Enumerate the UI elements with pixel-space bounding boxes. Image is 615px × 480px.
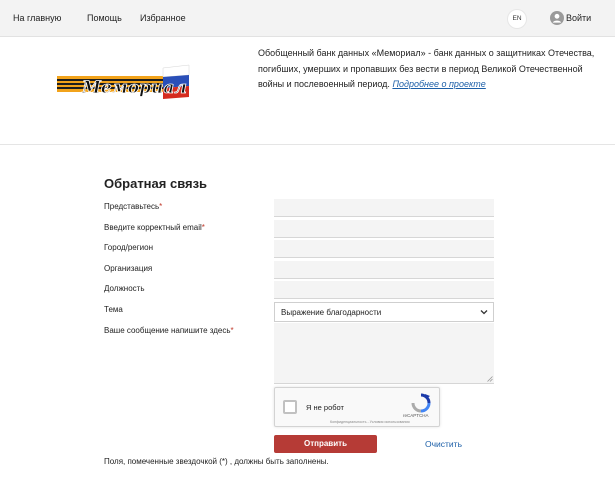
required-mark: * bbox=[230, 326, 234, 335]
position-field-label: Должность bbox=[104, 284, 145, 293]
organization-field-label: Организация bbox=[104, 264, 153, 273]
email-label-text: Введите корректный email bbox=[104, 223, 202, 232]
captcha-label: Я не робот bbox=[306, 403, 344, 412]
required-mark: * bbox=[159, 202, 163, 211]
memorial-logo[interactable]: Мемориал bbox=[57, 62, 191, 106]
recaptcha-widget: Я не робот reCAPTCHA Конфиденциальность … bbox=[274, 387, 440, 427]
memorial-logo-image: Мемориал bbox=[57, 64, 190, 99]
resize-grip-icon[interactable] bbox=[487, 376, 493, 382]
recaptcha-brand: reCAPTCHA bbox=[403, 413, 429, 418]
required-fields-note: Поля, помеченные звездочкой (*) , должны… bbox=[104, 457, 329, 466]
language-switch-button[interactable]: EN bbox=[508, 10, 526, 28]
recaptcha-terms[interactable]: Конфиденциальность - Условия использован… bbox=[330, 420, 410, 424]
clear-link[interactable]: Очистить bbox=[425, 439, 462, 449]
topic-field-label: Тема bbox=[104, 305, 123, 314]
topic-selected-value: Выражение благодарности bbox=[281, 308, 382, 317]
more-about-project-link[interactable]: Подробнее о проекте bbox=[392, 79, 485, 89]
login-label: Войти bbox=[566, 13, 592, 23]
logo-wordmark: Мемориал bbox=[81, 78, 187, 98]
city-input[interactable] bbox=[274, 240, 494, 258]
name-field-label: Представьтесь* bbox=[104, 202, 162, 211]
name-label-text: Представьтесь bbox=[104, 202, 160, 211]
message-textarea[interactable] bbox=[274, 323, 494, 384]
topic-select[interactable]: Выражение благодарности bbox=[274, 302, 494, 322]
organization-input[interactable] bbox=[274, 261, 494, 279]
form-title: Обратная связь bbox=[104, 176, 208, 191]
user-avatar-icon bbox=[550, 11, 564, 25]
required-mark: * bbox=[201, 223, 205, 232]
nav-home-link[interactable]: На главную bbox=[13, 13, 61, 23]
top-navigation-bar: На главную Помощь Избранное EN Войти bbox=[0, 0, 615, 37]
message-label-text: Ваше сообщение напишите здесь bbox=[104, 326, 231, 335]
email-field-label: Введите корректный email* bbox=[104, 223, 205, 232]
nav-favorites-link[interactable]: Избранное bbox=[140, 13, 186, 23]
captcha-checkbox[interactable] bbox=[283, 400, 297, 414]
message-field-label: Ваше сообщение напишите здесь* bbox=[104, 326, 234, 335]
chevron-down-icon bbox=[480, 310, 488, 315]
position-input[interactable] bbox=[274, 281, 494, 299]
city-field-label: Город/регион bbox=[104, 243, 154, 252]
name-input[interactable] bbox=[274, 199, 494, 217]
recaptcha-logo-icon bbox=[411, 393, 431, 413]
intro-text-block: Обобщенный банк данных «Мемориал» - банк… bbox=[258, 46, 608, 93]
email-input[interactable] bbox=[274, 220, 494, 238]
submit-button[interactable]: Отправить bbox=[274, 435, 377, 453]
nav-help-link[interactable]: Помощь bbox=[87, 13, 122, 23]
header-divider bbox=[0, 144, 615, 145]
